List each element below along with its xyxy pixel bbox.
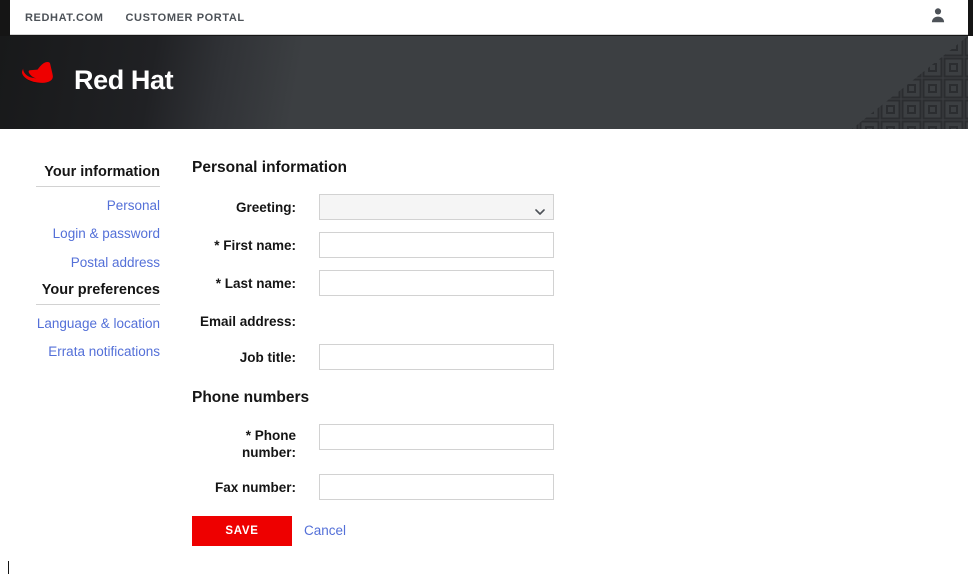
- page-root: REDHAT.COM CUSTOMER PORTAL Red Hat Your …: [0, 0, 973, 576]
- label-fax-number: Fax number:: [214, 479, 296, 495]
- label-last-name: * Last name:: [215, 275, 296, 291]
- form-row-job-title: Job title:: [192, 344, 592, 371]
- account-menu-button[interactable]: [930, 0, 946, 35]
- label-email-address: Email address:: [199, 313, 296, 329]
- text-caret-artifact: [8, 561, 9, 574]
- sidebar-item-errata-notifications[interactable]: Errata notifications: [36, 343, 160, 361]
- sidebar-heading-your-preferences: Your preferences: [36, 281, 160, 305]
- control-greeting: Mr.Mrs.Ms.Dr.Prof.: [319, 193, 554, 220]
- greeting-select[interactable]: Mr.Mrs.Ms.Dr.Prof.: [319, 193, 554, 220]
- control-job-title: [319, 344, 554, 371]
- sidebar-heading-your-information: Your information: [36, 163, 160, 188]
- utility-links: REDHAT.COM CUSTOMER PORTAL: [25, 0, 245, 35]
- form-row-greeting: Greeting: Mr.Mrs.Ms.Dr.Prof.: [192, 193, 592, 220]
- section-title-phone-numbers: Phone numbers: [192, 389, 310, 407]
- red-hat-logo[interactable]: Red Hat: [21, 62, 174, 98]
- fax-number-input[interactable]: [319, 473, 554, 500]
- form-row-last-name: * Last name:: [192, 269, 592, 296]
- cancel-link[interactable]: Cancel: [304, 523, 346, 538]
- control-last-name: [319, 269, 554, 296]
- control-first-name: [319, 231, 554, 258]
- masthead-grid-pattern-decoration: [838, 36, 968, 129]
- form-row-phone-number: * Phone number:: [192, 424, 592, 462]
- content-area: Your information Personal Login & passwo…: [0, 129, 973, 576]
- email-address-value: [319, 308, 554, 328]
- label-phone-number: * Phone number:: [242, 428, 296, 460]
- masthead: Red Hat: [0, 36, 968, 129]
- sidebar-item-postal-address[interactable]: Postal address: [36, 254, 160, 272]
- control-phone-number: [319, 424, 554, 451]
- red-hat-wordmark: Red Hat: [74, 64, 174, 95]
- sidebar-item-language-location[interactable]: Language & location: [36, 315, 160, 333]
- personal-information-form: Personal information Greeting: Mr.Mrs.Ms…: [192, 159, 592, 546]
- section-title-personal-information: Personal information: [192, 159, 348, 176]
- form-row-first-name: * First name:: [192, 231, 592, 258]
- label-job-title: Job title:: [239, 350, 296, 366]
- red-hat-fedora-logo-icon: [21, 62, 64, 98]
- label-greeting: Greeting:: [235, 199, 296, 215]
- utility-bar: REDHAT.COM CUSTOMER PORTAL: [0, 0, 973, 36]
- form-actions: SAVE Cancel: [192, 515, 592, 546]
- control-email-address: [319, 308, 554, 328]
- control-fax-number: [319, 473, 554, 500]
- sidebar-item-login-password[interactable]: Login & password: [36, 225, 160, 243]
- job-title-input[interactable]: [319, 344, 554, 371]
- form-row-email-address: Email address:: [192, 308, 592, 331]
- greeting-select-wrap: Mr.Mrs.Ms.Dr.Prof.: [319, 193, 554, 220]
- utility-bar-inner: REDHAT.COM CUSTOMER PORTAL: [10, 0, 968, 35]
- form-row-fax-number: Fax number:: [192, 473, 592, 500]
- last-name-input[interactable]: [319, 269, 554, 296]
- sidebar-item-personal[interactable]: Personal: [36, 197, 160, 215]
- utility-link-customer-portal[interactable]: CUSTOMER PORTAL: [126, 12, 245, 24]
- save-button[interactable]: SAVE: [192, 515, 292, 546]
- user-account-icon: [930, 7, 946, 28]
- label-first-name: * First name:: [214, 237, 296, 253]
- utility-link-redhat-com[interactable]: REDHAT.COM: [25, 12, 104, 24]
- first-name-input[interactable]: [319, 231, 554, 258]
- sidebar-nav: Your information Personal Login & passwo…: [36, 163, 160, 361]
- phone-number-input[interactable]: [319, 424, 554, 451]
